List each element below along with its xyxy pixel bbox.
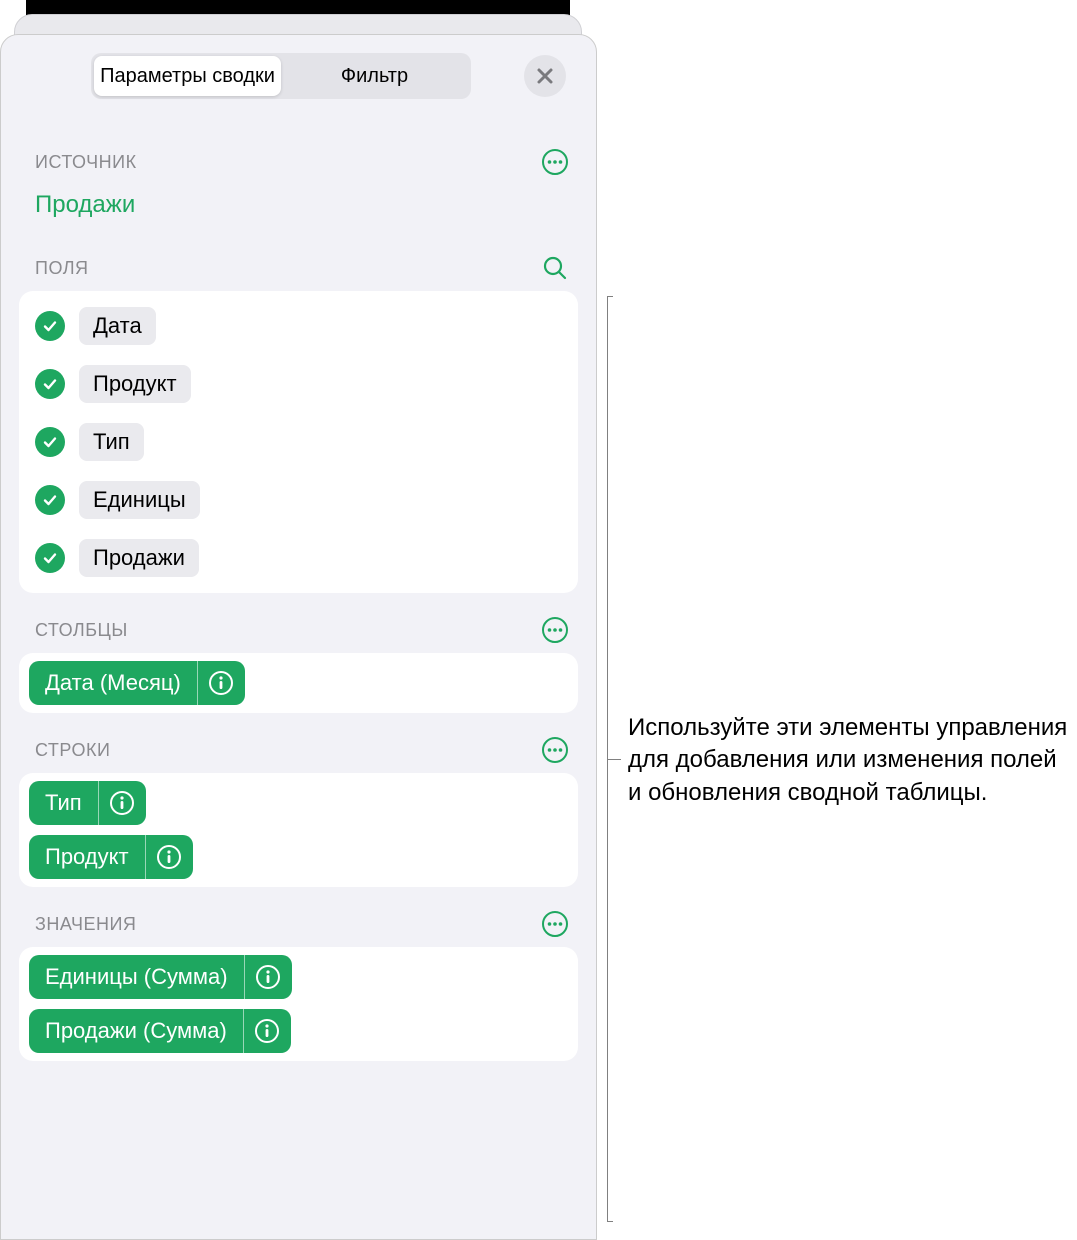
close-button[interactable]: [524, 55, 566, 97]
tab-filter[interactable]: Фильтр: [281, 56, 468, 96]
rows-dropzone[interactable]: Тип Продукт: [19, 773, 578, 887]
value-chip[interactable]: Единицы (Сумма): [29, 955, 292, 999]
pivot-options-panel: Параметры сводки Фильтр Источник Продажи…: [0, 34, 597, 1240]
section-header-rows: Строки: [19, 713, 578, 773]
section-header-fields: Поля: [19, 231, 578, 291]
checkmark-icon: [42, 318, 58, 334]
field-label: Продажи: [79, 539, 199, 577]
info-icon: [208, 670, 234, 696]
field-row[interactable]: Дата: [19, 297, 578, 355]
fields-list: Дата Продукт Тип Единицы Продажи: [19, 291, 578, 593]
chip-info-button[interactable]: [98, 781, 146, 825]
field-row[interactable]: Продукт: [19, 355, 578, 413]
section-header-columns: Столбцы: [19, 593, 578, 653]
checkmark-icon: [42, 550, 58, 566]
section-title-rows: Строки: [35, 740, 110, 761]
chip-info-button[interactable]: [145, 835, 193, 879]
field-checkbox[interactable]: [35, 311, 65, 341]
section-header-source: Источник: [19, 107, 578, 185]
chip-label: Единицы (Сумма): [29, 955, 244, 999]
info-icon: [255, 964, 281, 990]
value-chip[interactable]: Продажи (Сумма): [29, 1009, 291, 1053]
more-icon: [541, 148, 569, 176]
checkmark-icon: [42, 492, 58, 508]
section-title-columns: Столбцы: [35, 620, 128, 641]
chip-label: Тип: [29, 781, 98, 825]
chip-info-button[interactable]: [197, 661, 245, 705]
chip-label: Продукт: [29, 835, 145, 879]
chip-label: Дата (Месяц): [29, 661, 197, 705]
callout-text: Используйте эти элементы управления для …: [628, 712, 1068, 809]
field-label: Тип: [79, 423, 144, 461]
field-label: Дата: [79, 307, 156, 345]
field-checkbox[interactable]: [35, 427, 65, 457]
segmented-control: Параметры сводки Фильтр: [91, 53, 471, 99]
row-chip[interactable]: Продукт: [29, 835, 193, 879]
close-icon: [536, 67, 554, 85]
section-header-values: Значения: [19, 887, 578, 947]
info-icon: [109, 790, 135, 816]
field-checkbox[interactable]: [35, 369, 65, 399]
columns-more-button[interactable]: [540, 615, 570, 645]
field-row[interactable]: Продажи: [19, 529, 578, 587]
more-icon: [541, 910, 569, 938]
column-chip[interactable]: Дата (Месяц): [29, 661, 245, 705]
checkmark-icon: [42, 376, 58, 392]
columns-dropzone[interactable]: Дата (Месяц): [19, 653, 578, 713]
info-icon: [156, 844, 182, 870]
field-checkbox[interactable]: [35, 543, 65, 573]
chip-label: Продажи (Сумма): [29, 1009, 243, 1053]
source-name[interactable]: Продажи: [19, 185, 578, 231]
section-title-fields: Поля: [35, 258, 89, 279]
more-icon: [541, 736, 569, 764]
callout-leader: [607, 759, 621, 760]
values-more-button[interactable]: [540, 909, 570, 939]
panel-header: Параметры сводки Фильтр: [19, 53, 578, 107]
tab-pivot-options[interactable]: Параметры сводки: [94, 56, 281, 96]
chip-info-button[interactable]: [243, 1009, 291, 1053]
chip-info-button[interactable]: [244, 955, 292, 999]
field-row[interactable]: Единицы: [19, 471, 578, 529]
checkmark-icon: [42, 434, 58, 450]
field-row[interactable]: Тип: [19, 413, 578, 471]
info-icon: [254, 1018, 280, 1044]
more-icon: [541, 616, 569, 644]
source-more-button[interactable]: [540, 147, 570, 177]
search-icon: [542, 255, 568, 281]
fields-search-button[interactable]: [540, 253, 570, 283]
row-chip[interactable]: Тип: [29, 781, 146, 825]
field-label: Единицы: [79, 481, 200, 519]
values-dropzone[interactable]: Единицы (Сумма) Продажи (Сумма): [19, 947, 578, 1061]
field-label: Продукт: [79, 365, 191, 403]
section-title-source: Источник: [35, 152, 137, 173]
field-checkbox[interactable]: [35, 485, 65, 515]
section-title-values: Значения: [35, 914, 136, 935]
rows-more-button[interactable]: [540, 735, 570, 765]
